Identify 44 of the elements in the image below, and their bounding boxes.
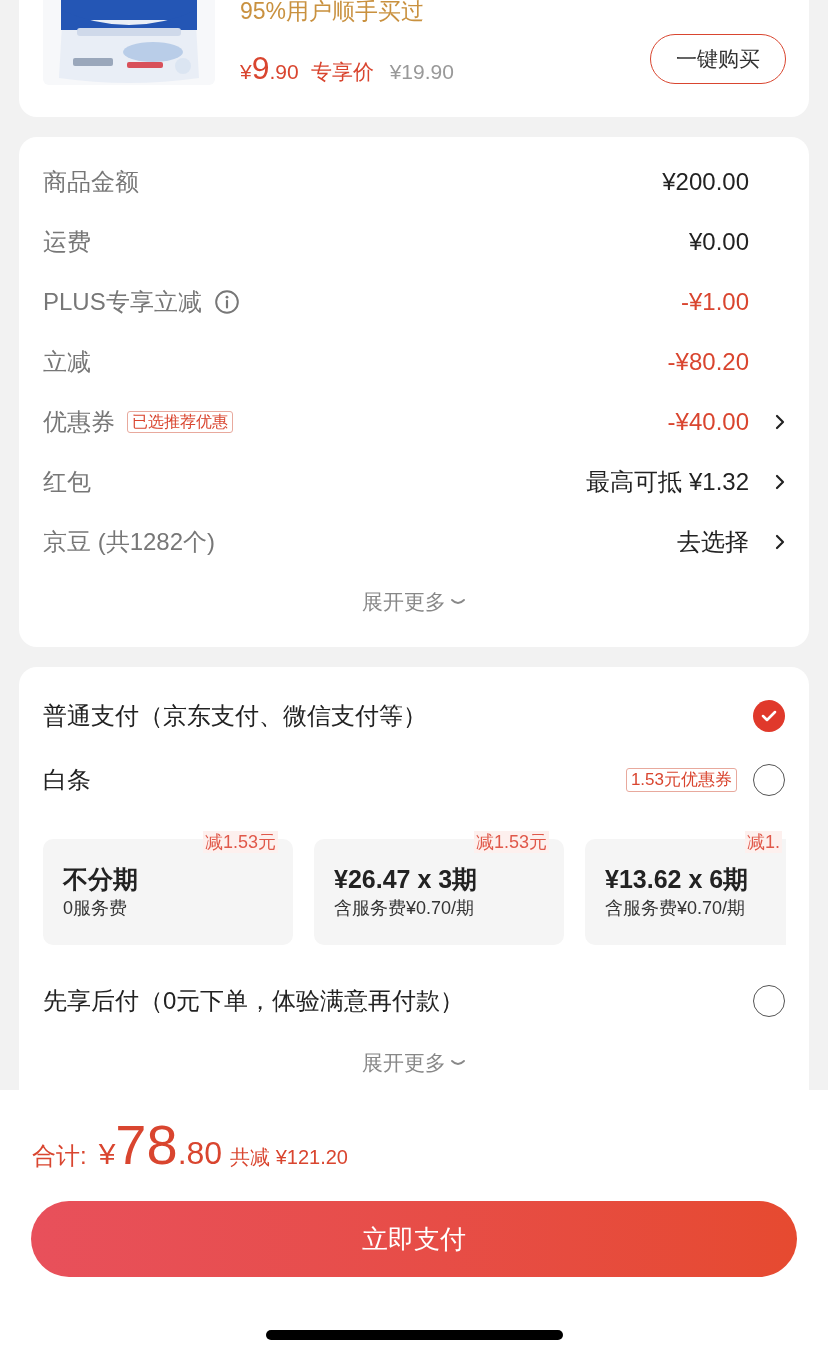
- radio-checked[interactable]: [753, 700, 785, 732]
- summary-value: ¥0.00: [688, 227, 749, 257]
- chevron-down-icon: [450, 597, 466, 607]
- total-amount: ¥78.80: [98, 1115, 223, 1177]
- service-fee: 含服务费¥0.70/期: [605, 897, 747, 920]
- summary-label: 立减: [43, 347, 91, 377]
- summary-label: 优惠券: [43, 407, 115, 437]
- summary-value[interactable]: 最高可抵 ¥1.32: [586, 464, 749, 500]
- product-tagline: 95%用户顺手买过: [240, 0, 425, 26]
- recommended-tag: 已选推荐优惠: [127, 411, 233, 433]
- coupon-tag: 1.53元优惠券: [625, 768, 737, 792]
- price-label: 专享价: [310, 59, 374, 85]
- expand-more-button[interactable]: 展开更多: [362, 586, 466, 618]
- payment-method-label: 白条: [43, 765, 92, 795]
- summary-label: 运费: [43, 227, 91, 257]
- original-price: ¥19.90: [389, 59, 454, 85]
- summary-value: -¥1.00: [680, 287, 749, 317]
- discount-label: 减1.53元: [474, 831, 550, 853]
- total-label: 合计:: [32, 1141, 87, 1171]
- exclusive-price: ¥9.90: [240, 49, 299, 88]
- check-icon: [761, 710, 777, 722]
- summary-label: PLUS专享立减: [43, 287, 202, 317]
- service-fee: 0服务费: [63, 897, 128, 920]
- service-fee: 含服务费¥0.70/期: [334, 897, 476, 920]
- summary-value: ¥200.00: [662, 167, 749, 197]
- summary-label: 商品金额: [43, 167, 139, 197]
- payment-method-label: 先享后付（0元下单，体验满意再付款）: [43, 986, 466, 1016]
- info-icon[interactable]: [213, 289, 240, 315]
- discount-label: 减1.: [745, 831, 782, 853]
- payment-method-label: 普通支付（京东支付、微信支付等）: [43, 701, 428, 731]
- chevron-down-icon: [450, 1058, 466, 1068]
- discount-label: 减1.53元: [203, 831, 279, 853]
- summary-value: -¥80.20: [667, 347, 749, 377]
- buy-now-button[interactable]: 一键购买: [650, 34, 786, 84]
- installment-title: ¥26.47 x 3期: [334, 864, 479, 895]
- summary-value[interactable]: -¥40.00: [667, 404, 749, 440]
- summary-label: 红包: [43, 467, 91, 497]
- total-saved: 共减 ¥121.20: [230, 1145, 348, 1170]
- expand-more-button[interactable]: 展开更多: [362, 1047, 466, 1079]
- installment-title: 不分期: [63, 864, 139, 895]
- summary-label: 京豆 (共1282个): [43, 527, 216, 557]
- installment-title: ¥13.62 x 6期: [605, 864, 750, 895]
- summary-value[interactable]: 去选择: [677, 524, 749, 560]
- pay-now-button[interactable]: 立即支付: [31, 1201, 797, 1277]
